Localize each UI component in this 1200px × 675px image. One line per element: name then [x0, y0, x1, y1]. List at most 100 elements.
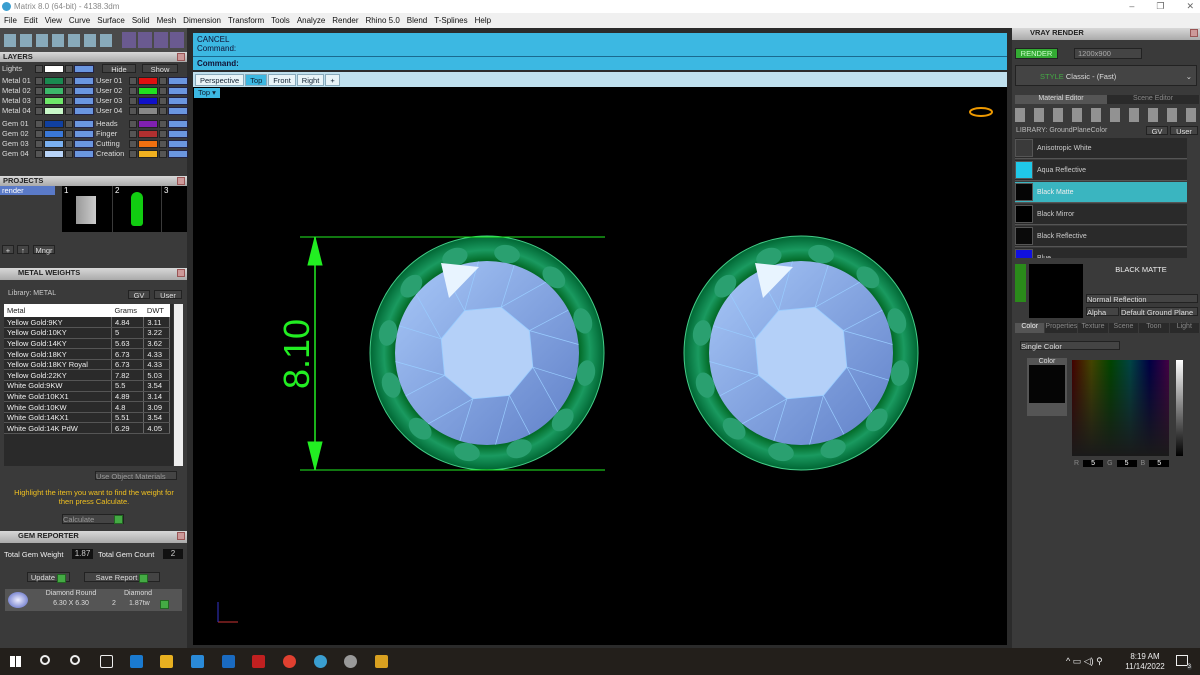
toolbar-icons[interactable]: [4, 34, 114, 47]
lock-icon[interactable]: [65, 119, 73, 128]
expand-icon[interactable]: [35, 106, 43, 115]
menu-render[interactable]: Render: [332, 13, 358, 28]
material-item[interactable]: Aqua Reflective: [1015, 160, 1187, 181]
lock-icon[interactable]: [159, 149, 167, 158]
layer-name[interactable]: Gem 04: [2, 149, 34, 158]
layer-color[interactable]: [44, 129, 64, 138]
lock-icon[interactable]: [159, 129, 167, 138]
tab-add[interactable]: +: [325, 74, 340, 86]
col-dwt[interactable]: DWT: [143, 304, 170, 317]
expand-icon[interactable]: [129, 119, 137, 128]
tab-toon[interactable]: Toon: [1139, 323, 1169, 333]
user-button[interactable]: User: [1170, 126, 1198, 136]
visibility-toggle[interactable]: [74, 149, 94, 158]
menu-solid[interactable]: Solid: [132, 13, 150, 28]
close-icon[interactable]: [177, 269, 185, 277]
layer-row[interactable]: User 04: [96, 106, 188, 115]
lock-icon[interactable]: [65, 129, 73, 138]
tab-right[interactable]: Right: [296, 74, 325, 86]
layer-name[interactable]: Lights: [2, 64, 34, 73]
lock-icon[interactable]: [159, 86, 167, 95]
lock-icon[interactable]: [65, 139, 73, 148]
use-object-materials-toggle[interactable]: Use Object Materials: [95, 471, 177, 481]
project-thumb-1[interactable]: 1: [62, 186, 112, 232]
visibility-toggle[interactable]: [168, 139, 188, 148]
clock-date[interactable]: 11/14/2022: [1125, 662, 1165, 672]
show-button[interactable]: Show: [142, 64, 178, 74]
lock-icon[interactable]: [65, 96, 73, 105]
menu-edit[interactable]: Edit: [24, 13, 38, 28]
blue-input[interactable]: 5: [1149, 460, 1170, 467]
expand-icon[interactable]: [129, 149, 137, 158]
chrome-icon[interactable]: [283, 655, 296, 668]
table-row[interactable]: Yellow Gold:18KY Royal 6.73 4.33: [4, 359, 170, 371]
table-row[interactable]: Yellow Gold:10KY 5 3.22: [4, 327, 170, 339]
lock-icon[interactable]: [65, 76, 73, 85]
maximize-button[interactable]: ❐: [1156, 0, 1164, 13]
menu-dimension[interactable]: Dimension: [183, 13, 221, 28]
material-item[interactable]: Black Reflective: [1015, 226, 1187, 247]
layer-row[interactable]: Finger: [96, 129, 188, 138]
layer-color[interactable]: [44, 119, 64, 128]
visibility-toggle[interactable]: [74, 64, 94, 73]
visibility-toggle[interactable]: [168, 129, 188, 138]
layer-name[interactable]: User 02: [96, 86, 128, 95]
project-thumb-2[interactable]: 2: [113, 186, 161, 232]
layer-color[interactable]: [138, 149, 158, 158]
color-swatch[interactable]: [1029, 365, 1065, 403]
layer-name[interactable]: Metal 01: [2, 76, 34, 85]
col-metal[interactable]: Metal: [4, 304, 112, 317]
tab-top[interactable]: Top: [245, 74, 268, 86]
lock-icon[interactable]: [159, 76, 167, 85]
layer-color[interactable]: [138, 129, 158, 138]
lock-icon[interactable]: [159, 139, 167, 148]
layer-color[interactable]: [44, 149, 64, 158]
menu-surface[interactable]: Surface: [97, 13, 125, 28]
user-button[interactable]: User: [154, 290, 182, 300]
expand-icon[interactable]: [129, 129, 137, 138]
visibility-toggle[interactable]: [74, 129, 94, 138]
layer-color[interactable]: [44, 106, 64, 115]
menu-analyze[interactable]: Analyze: [297, 13, 325, 28]
viewport-top[interactable]: Top ▾ 8.10: [193, 87, 1007, 645]
layer-name[interactable]: Finger: [96, 129, 128, 138]
layer-row[interactable]: Gem 01: [2, 119, 94, 128]
layer-row[interactable]: Cutting: [96, 139, 188, 148]
gem-setting-2[interactable]: [683, 235, 919, 471]
layer-name[interactable]: User 01: [96, 76, 128, 85]
reflection-select[interactable]: Normal Reflection: [1086, 294, 1198, 304]
command-area[interactable]: CANCEL Command: Command:: [193, 33, 1007, 70]
table-row[interactable]: Yellow Gold:18KY 6.73 4.33: [4, 348, 170, 360]
layer-row[interactable]: Metal 01: [2, 76, 94, 85]
tab-properties[interactable]: Properties: [1045, 323, 1078, 333]
expand-icon[interactable]: [35, 64, 43, 73]
visibility-toggle[interactable]: [74, 139, 94, 148]
menu-file[interactable]: File: [4, 13, 17, 28]
add-project-button[interactable]: +: [2, 245, 14, 255]
lock-icon[interactable]: [65, 86, 73, 95]
visibility-toggle[interactable]: [74, 119, 94, 128]
expand-icon[interactable]: [129, 86, 137, 95]
layer-row[interactable]: Heads: [96, 119, 188, 128]
table-row[interactable]: White Gold:14K PdW 6.29 4.05: [4, 422, 170, 435]
layer-color[interactable]: [138, 139, 158, 148]
menu-help[interactable]: Help: [475, 13, 491, 28]
search-icon[interactable]: [40, 655, 50, 665]
menu-view[interactable]: View: [45, 13, 62, 28]
layer-name[interactable]: User 03: [96, 96, 128, 105]
gem-setting-1[interactable]: [369, 235, 605, 471]
layer-row[interactable]: Gem 02: [2, 129, 94, 138]
expand-icon[interactable]: [129, 106, 137, 115]
expand-icon[interactable]: [35, 129, 43, 138]
visibility-toggle[interactable]: [74, 106, 94, 115]
layer-row[interactable]: Metal 03: [2, 96, 94, 105]
mail-icon[interactable]: [222, 655, 235, 668]
layer-name[interactable]: Gem 02: [2, 129, 34, 138]
scrollbar[interactable]: [174, 304, 183, 466]
tab-perspective[interactable]: Perspective: [195, 74, 245, 86]
layer-color[interactable]: [138, 86, 158, 95]
table-row[interactable]: Yellow Gold:9KY 4.84 3.11: [4, 317, 170, 329]
color-picker[interactable]: [1072, 360, 1169, 456]
material-item[interactable]: Black Matte: [1015, 182, 1187, 203]
brightness-slider[interactable]: [1176, 360, 1183, 456]
